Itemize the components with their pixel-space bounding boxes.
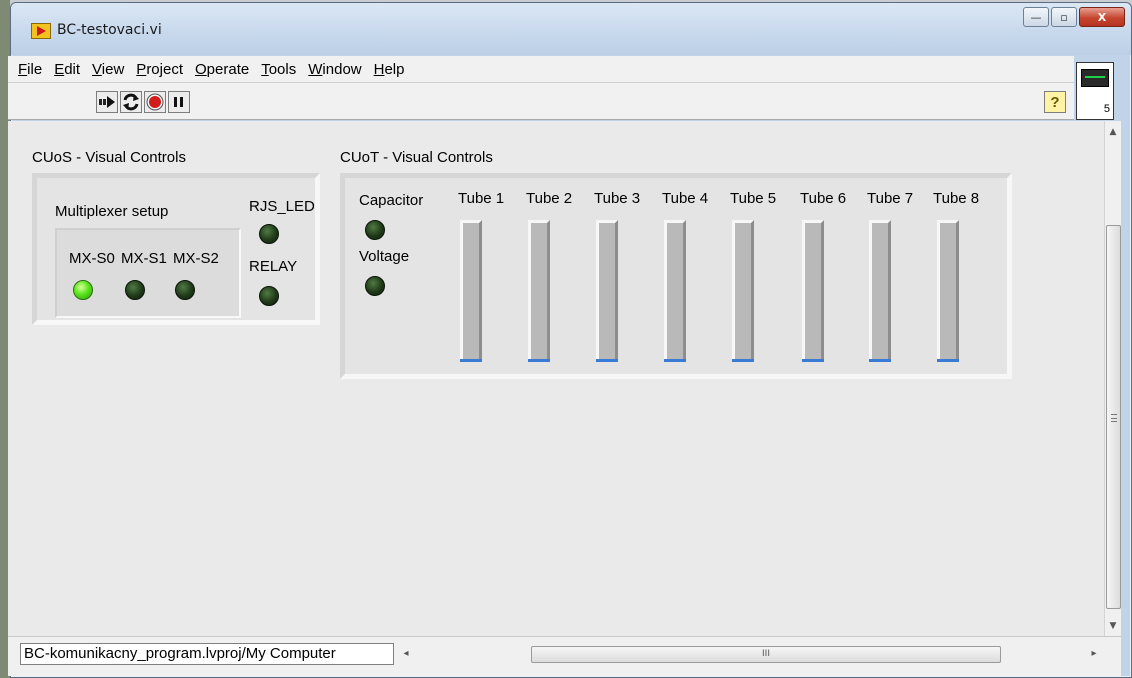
menu-file[interactable]: File (14, 61, 50, 78)
mx-s1-led[interactable] (125, 280, 145, 300)
mx-s0-led[interactable] (73, 280, 93, 300)
tube-8-indicator[interactable] (937, 220, 959, 362)
maximize-icon: ▫ (1060, 10, 1068, 24)
capacitor-label: Capacitor (359, 192, 424, 209)
scroll-left-icon[interactable]: ◂ (398, 645, 414, 662)
tube-7-label: Tube 7 (867, 190, 914, 207)
close-button[interactable]: X (1079, 7, 1125, 27)
run-continuously-icon (123, 93, 139, 111)
tube-1-fill (460, 359, 482, 362)
scroll-right-icon[interactable]: ▸ (1086, 645, 1102, 662)
tube-7-indicator[interactable] (869, 220, 891, 362)
cuos-title: CUoS - Visual Controls (32, 149, 186, 166)
front-panel: CUoS - Visual Controls Multiplexer setup… (8, 121, 1104, 636)
help-icon: ? (1050, 93, 1060, 111)
horizontal-scrollbar[interactable]: ◂ III ▸ (396, 643, 1116, 665)
scroll-up-icon[interactable]: ▲ (1105, 123, 1121, 140)
menu-project[interactable]: Project (132, 61, 191, 78)
menu-bar: File Edit View Project Operate Tools Win… (8, 56, 1074, 82)
voltage-led[interactable] (365, 276, 385, 296)
grip-icon (1111, 414, 1117, 422)
mx-s2-led[interactable] (175, 280, 195, 300)
abort-button[interactable] (144, 91, 166, 113)
run-icon (99, 96, 115, 108)
horizontal-scroll-thumb[interactable]: III (531, 646, 1001, 663)
tube-6-fill (802, 359, 824, 362)
cuot-cluster: Capacitor Voltage Tube 1 Tube 2 Tube 3 T… (340, 173, 1012, 379)
labview-vi-icon (31, 23, 51, 39)
scroll-down-icon[interactable]: ▼ (1105, 617, 1121, 634)
vi-icon-number: 5 (1103, 103, 1110, 115)
cuos-cluster: Multiplexer setup MX-S0 MX-S1 MX-S2 RJS_… (32, 173, 320, 325)
pause-button[interactable] (168, 91, 190, 113)
vi-connector-icon[interactable]: 5 (1076, 62, 1114, 120)
window-controls: — ▫ X (1023, 7, 1125, 35)
minimize-button[interactable]: — (1023, 7, 1049, 27)
abort-icon (146, 93, 164, 111)
tube-6-indicator[interactable] (802, 220, 824, 362)
mx-s0-label: MX-S0 (69, 250, 115, 267)
tube-3-fill (596, 359, 618, 362)
tube-1-indicator[interactable] (460, 220, 482, 362)
mx-s1-label: MX-S1 (121, 250, 167, 267)
pause-icon (174, 97, 183, 107)
tube-5-indicator[interactable] (732, 220, 754, 362)
tube-4-fill (664, 359, 686, 362)
tube-4-indicator[interactable] (664, 220, 686, 362)
rjs-led-label: RJS_LED (249, 198, 315, 215)
menu-operate[interactable]: Operate (191, 61, 257, 78)
relay-label: RELAY (249, 258, 298, 275)
tube-6-label: Tube 6 (800, 190, 847, 207)
tube-2-indicator[interactable] (528, 220, 550, 362)
project-path-field[interactable]: BC-komunikacny_program.lvproj/My Compute… (20, 643, 394, 665)
toolbar: ? (8, 82, 1074, 120)
cuot-title: CUoT - Visual Controls (340, 149, 493, 166)
tube-8-label: Tube 8 (933, 190, 980, 207)
context-help-button[interactable]: ? (1044, 91, 1066, 113)
menu-help[interactable]: Help (370, 61, 413, 78)
title-bar[interactable]: BC-testovaci.vi — ▫ X (11, 3, 1131, 55)
menu-view[interactable]: View (88, 61, 132, 78)
maximize-button[interactable]: ▫ (1051, 7, 1077, 27)
minimize-icon: — (1030, 10, 1042, 24)
tube-2-label: Tube 2 (526, 190, 573, 207)
vertical-scroll-thumb[interactable] (1106, 225, 1121, 609)
oscilloscope-icon (1081, 69, 1109, 87)
multiplexer-label: Multiplexer setup (55, 203, 169, 220)
vertical-scrollbar[interactable]: ▲ ▼ (1104, 121, 1121, 636)
tube-7-fill (869, 359, 891, 362)
tube-3-indicator[interactable] (596, 220, 618, 362)
status-bar: BC-komunikacny_program.lvproj/My Compute… (8, 636, 1121, 676)
tube-3-label: Tube 3 (594, 190, 641, 207)
window-title: BC-testovaci.vi (57, 22, 162, 38)
tube-4-label: Tube 4 (662, 190, 709, 207)
tube-5-label: Tube 5 (730, 190, 777, 207)
menu-edit[interactable]: Edit (50, 61, 88, 78)
capacitor-led[interactable] (365, 220, 385, 240)
tube-8-fill (937, 359, 959, 362)
menu-window[interactable]: Window (304, 61, 369, 78)
run-button[interactable] (96, 91, 118, 113)
mx-s2-label: MX-S2 (173, 250, 219, 267)
voltage-label: Voltage (359, 248, 410, 265)
tube-5-fill (732, 359, 754, 362)
multiplexer-cluster: MX-S0 MX-S1 MX-S2 (55, 228, 241, 318)
tube-2-fill (528, 359, 550, 362)
rjs-led[interactable] (259, 224, 279, 244)
relay-led[interactable] (259, 286, 279, 306)
tube-1-label: Tube 1 (458, 190, 505, 207)
run-continuously-button[interactable] (120, 91, 142, 113)
menu-tools[interactable]: Tools (257, 61, 304, 78)
close-icon: X (1097, 10, 1107, 24)
